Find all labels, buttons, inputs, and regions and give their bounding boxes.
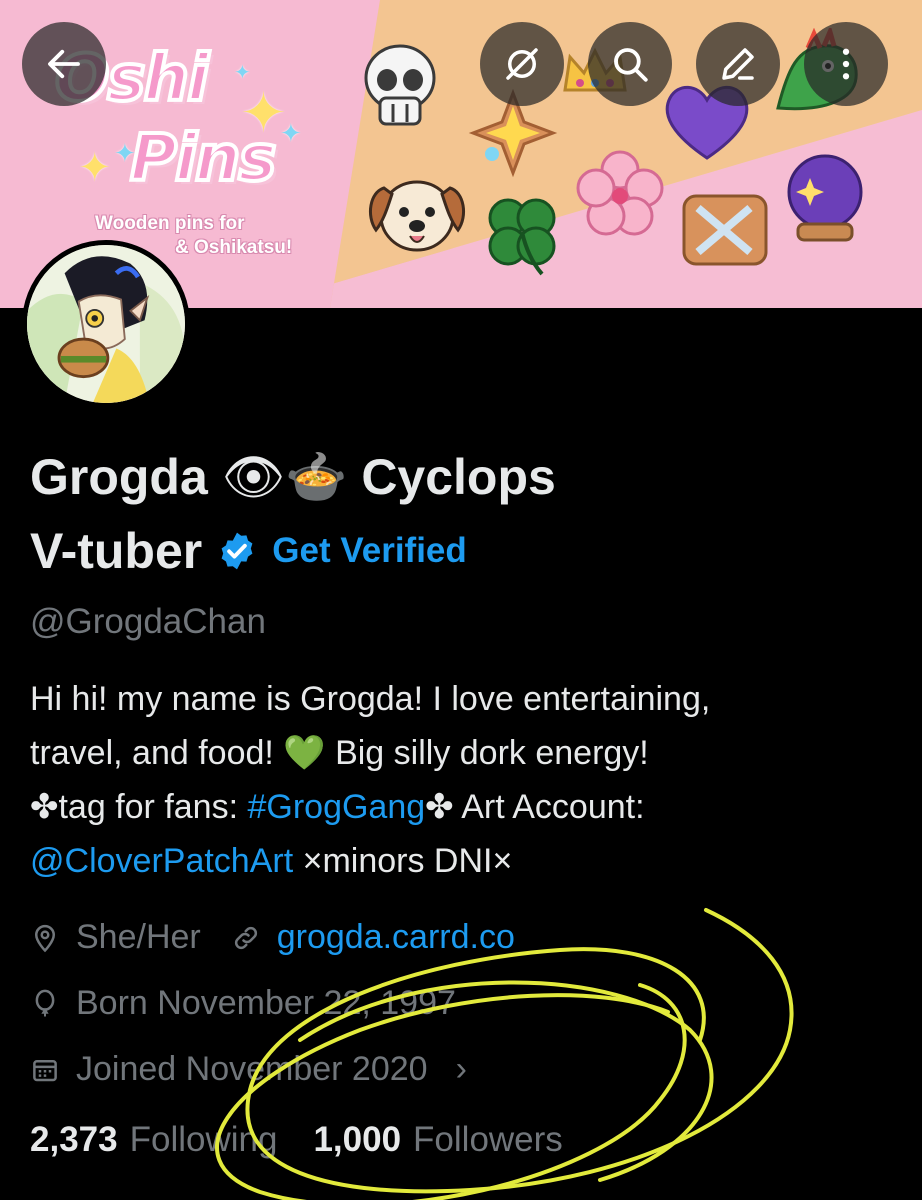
skull-icon <box>364 44 436 126</box>
calendar-icon <box>33 1059 57 1081</box>
bio-line: travel, and food! 💚 Big silly dork energ… <box>30 726 900 780</box>
profile-meta-row-born: Born November 22, 1997 <box>30 984 456 1023</box>
mute-icon <box>506 48 538 80</box>
green-heart-emoji: 💚 <box>283 733 326 773</box>
bio-text: Big silly dork energy! <box>325 734 649 772</box>
bio-text: ✤ Art Account: <box>425 788 645 826</box>
bio-line: @CloverPatchArt ×minors DNI× <box>30 834 900 888</box>
following-stat[interactable]: 2,373 Following <box>30 1120 277 1160</box>
bio-line: Hi hi! my name is Grogda! I love enterta… <box>30 680 711 718</box>
website-group[interactable]: grogda.carrd.co <box>231 918 515 957</box>
edit-button[interactable] <box>696 22 780 106</box>
followers-stat[interactable]: 1,000 Followers <box>313 1120 562 1160</box>
bio-line: ✤tag for fans: #GrogGang✤ Art Account: <box>30 780 900 834</box>
profile-meta-row-joined[interactable]: Joined November 2020 › <box>30 1050 467 1089</box>
sparkle-icon: ✦ <box>280 118 302 148</box>
verified-badge-icon[interactable] <box>216 530 258 572</box>
mention-link[interactable]: @CloverPatchArt <box>30 842 293 880</box>
bio-text: travel, and food! <box>30 734 284 772</box>
joined-text: Joined November 2020 <box>76 1050 428 1088</box>
banner-tagline-line1: Wooden pins for <box>95 213 245 234</box>
name-emojis: 👁🍲 <box>221 448 348 506</box>
following-count: 2,373 <box>30 1120 118 1159</box>
sparkle-icon: ✦ <box>78 146 112 190</box>
clover-icon <box>488 198 556 276</box>
profile-stats: 2,373 Following 1,000 Followers <box>30 1120 563 1160</box>
name-text-line2: V-tuber <box>30 523 203 579</box>
hashtag-link[interactable]: #GrogGang <box>247 788 425 826</box>
pronouns-text: She/Her <box>76 918 201 956</box>
following-label: Following <box>129 1120 278 1159</box>
profile-name-line2: V-tuber Get Verified <box>30 514 467 588</box>
name-text-suffix: Cyclops <box>347 449 556 505</box>
profile-name: Grogda 👁🍲 Cyclops V-tuber Get Verified <box>30 440 890 588</box>
banner-logo-line2: Pins <box>128 120 278 198</box>
avatar-image <box>27 245 185 403</box>
back-arrow-icon <box>48 49 80 79</box>
search-button[interactable] <box>588 22 672 106</box>
followers-label: Followers <box>413 1120 563 1159</box>
bio-text: ×minors DNI× <box>293 842 513 880</box>
dog-icon <box>368 180 466 252</box>
bio-text: ✤tag for fans: <box>30 788 248 826</box>
get-verified-link[interactable]: Get Verified <box>272 514 467 588</box>
name-text: Grogda <box>30 449 222 505</box>
profile-name-line1: Grogda 👁🍲 Cyclops <box>30 440 890 514</box>
born-text: Born November 22, 1997 <box>76 984 456 1022</box>
avatar[interactable] <box>22 240 190 408</box>
crystal-ball-icon <box>787 154 863 242</box>
balloon-icon <box>35 989 55 1016</box>
more-icon <box>842 48 850 80</box>
link-icon <box>234 926 257 949</box>
edit-icon <box>722 48 754 80</box>
mute-button[interactable] <box>480 22 564 106</box>
profile-bio: Hi hi! my name is Grogda! I love enterta… <box>30 672 900 888</box>
cherry-blossom-icon <box>576 150 664 236</box>
crossed-swords-icon <box>682 194 768 266</box>
sparkle-icon: ✦ <box>234 62 251 84</box>
location-pin-icon <box>34 924 56 952</box>
search-icon <box>614 48 648 82</box>
profile-handle: @GrogdaChan <box>30 602 266 641</box>
more-button[interactable] <box>804 22 888 106</box>
website-link[interactable]: grogda.carrd.co <box>277 918 515 957</box>
followers-count: 1,000 <box>313 1120 402 1159</box>
profile-meta-row-location: She/Her grogda.carrd.co <box>30 918 515 957</box>
chevron-right-icon: › <box>455 1050 467 1088</box>
back-button[interactable] <box>22 22 106 106</box>
